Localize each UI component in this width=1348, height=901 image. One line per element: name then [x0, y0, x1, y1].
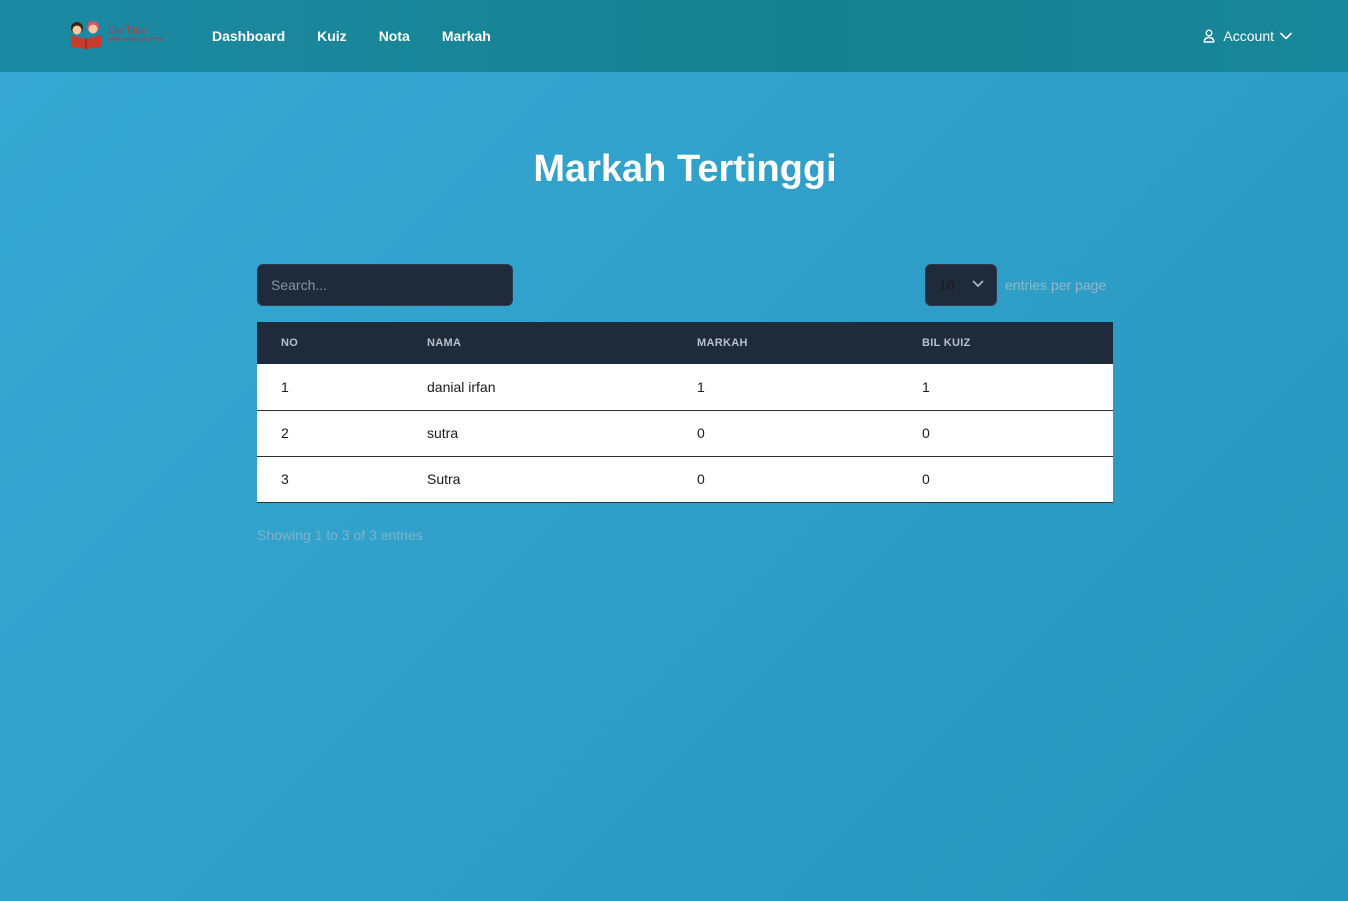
scores-table: NO NAMA MARKAH BIL KUIZ 1 danial irfan 1…	[257, 322, 1113, 503]
cell-nama: Sutra	[427, 471, 461, 487]
cell-nama: sutra	[427, 425, 459, 441]
logo-subtitle: ANAK-ANAK MALAYSIA	[108, 36, 163, 43]
cell-bil-kuiz: 1	[922, 378, 930, 395]
chevron-down-icon	[972, 280, 984, 288]
logo-icon	[68, 19, 104, 49]
cell-no: 2	[281, 425, 289, 441]
chevron-down-icon	[1280, 32, 1292, 40]
main-nav: Dashboard Kuiz Nota Markah	[212, 0, 523, 72]
column-header-nama[interactable]: NAMA	[427, 322, 697, 364]
page-title: Markah Tertinggi	[533, 148, 837, 190]
cell-bil-kuiz: 0	[922, 471, 930, 487]
column-header-markah[interactable]: MARKAH	[697, 322, 922, 364]
table-header-row: NO NAMA MARKAH BIL KUIZ	[257, 322, 1113, 364]
nav-dashboard[interactable]: Dashboard	[212, 28, 285, 44]
column-header-bil-kuiz[interactable]: BIL KUIZ	[922, 322, 1113, 364]
column-header-no[interactable]: NO	[257, 322, 427, 364]
logo-text: Eks Talia ANAK-ANAK MALAYSIA	[108, 24, 163, 43]
cell-markah: 1	[697, 378, 705, 395]
cell-markah: 0	[697, 425, 705, 441]
per-page-label: entries per page	[1005, 277, 1107, 293]
cell-bil-kuiz: 0	[922, 425, 930, 441]
per-page-value: 10	[939, 277, 955, 293]
entries-per-page-select[interactable]: 10	[925, 264, 997, 306]
cell-markah: 0	[697, 471, 705, 487]
cell-nama: danial irfan	[427, 378, 496, 395]
navbar: Eks Talia ANAK-ANAK MALAYSIA Dashboard K…	[0, 0, 1348, 72]
cell-no: 3	[281, 471, 289, 487]
nav-nota[interactable]: Nota	[379, 28, 410, 44]
table-info: Showing 1 to 3 of 3 entries	[257, 527, 423, 543]
account-label: Account	[1223, 28, 1274, 44]
user-icon	[1203, 29, 1215, 43]
search-input[interactable]	[257, 264, 513, 306]
nav-markah[interactable]: Markah	[442, 28, 491, 44]
table-row: 3 Sutra 0 0	[257, 456, 1113, 502]
logo[interactable]: Eks Talia ANAK-ANAK MALAYSIA	[68, 18, 178, 50]
table-row: 1 danial irfan 1 1	[257, 364, 1113, 410]
cell-no: 1	[281, 378, 289, 395]
table-row: 2 sutra 0 0	[257, 410, 1113, 456]
account-menu[interactable]: Account	[1203, 0, 1292, 72]
nav-kuiz[interactable]: Kuiz	[317, 28, 347, 44]
logo-title: Eks Talia	[108, 24, 146, 36]
